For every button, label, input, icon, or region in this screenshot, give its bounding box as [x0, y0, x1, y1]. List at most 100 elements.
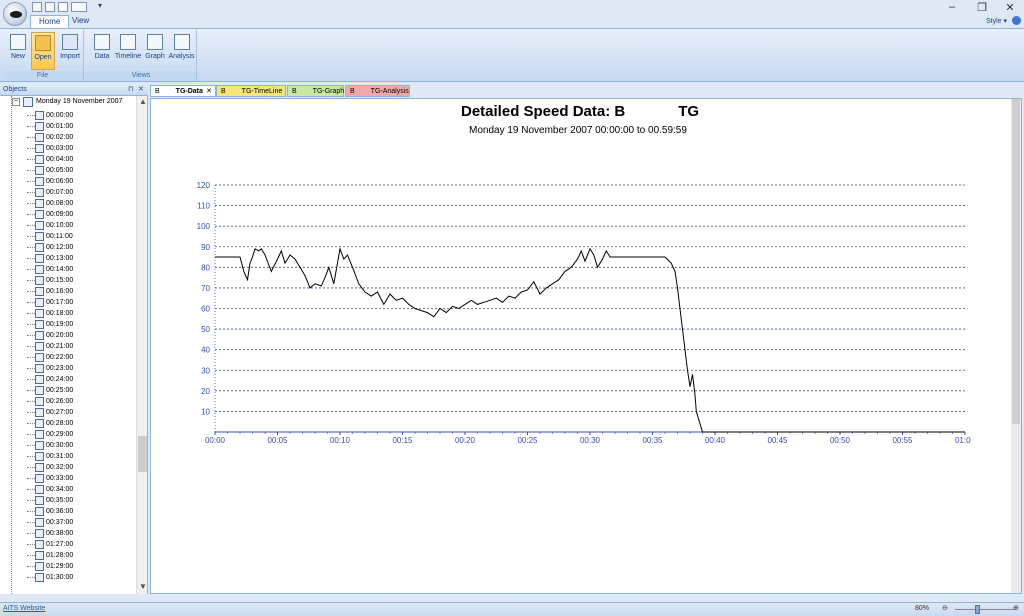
open-button[interactable]: Open: [31, 32, 55, 70]
time-node[interactable]: 00:36:00: [0, 506, 138, 517]
doc-tab-tg-data[interactable]: B TG-Data ✕: [150, 85, 216, 97]
data-view-button[interactable]: Data: [90, 32, 114, 70]
time-node[interactable]: 00:33:00: [0, 473, 138, 484]
style-label: Style: [986, 18, 1002, 25]
zoom-in-icon[interactable]: ⊕: [1013, 604, 1019, 612]
time-node[interactable]: 00:15:00: [0, 275, 138, 286]
close-window-icon[interactable]: ✕: [1002, 1, 1018, 14]
chart-scroll-thumb[interactable]: [1012, 99, 1020, 424]
time-node-label: 01:28:00: [46, 552, 74, 559]
pin-icon[interactable]: ⊓: [128, 85, 133, 93]
tree-connector: [27, 445, 35, 446]
zoom-level: 80%: [915, 605, 930, 612]
time-node[interactable]: 00:00:00: [0, 110, 138, 121]
time-node[interactable]: 00:24:00: [0, 374, 138, 385]
open-folder-icon[interactable]: [45, 2, 55, 12]
time-node[interactable]: 00:27:00: [0, 407, 138, 418]
time-node[interactable]: 01:30:00: [0, 572, 138, 583]
time-node-label: 00:35:00: [46, 497, 74, 504]
time-node[interactable]: 00:02:00: [0, 132, 138, 143]
time-node-list: 00:00:00 00:01:00 00:02:00 00:03:00 00:04:00…: [0, 110, 138, 583]
import-button[interactable]: Import: [57, 32, 83, 70]
close-panel-icon[interactable]: ✕: [138, 85, 144, 93]
time-node[interactable]: 00:19:00: [0, 319, 138, 330]
new-button[interactable]: New: [6, 32, 30, 70]
time-node[interactable]: 00:17:00: [0, 297, 138, 308]
time-node[interactable]: 00:04:00: [0, 154, 138, 165]
time-node[interactable]: 00:01:00: [0, 121, 138, 132]
doc-tab-tg-analysis[interactable]: B TG-Analysis: [345, 85, 410, 97]
tree-connector: [27, 577, 35, 578]
time-node[interactable]: 00:09:00: [0, 209, 138, 220]
time-node[interactable]: 00:37:00: [0, 517, 138, 528]
time-node[interactable]: 00:31:00: [0, 451, 138, 462]
collapse-icon[interactable]: −: [12, 98, 20, 106]
time-node[interactable]: 00:08:00: [0, 198, 138, 209]
restore-icon[interactable]: ❐: [974, 1, 990, 14]
save-icon[interactable]: [58, 2, 68, 12]
time-node[interactable]: 00:30:00: [0, 440, 138, 451]
application-menu-button[interactable]: [3, 2, 27, 26]
time-node[interactable]: 00:05:00: [0, 165, 138, 176]
zoom-slider[interactable]: [955, 609, 1015, 610]
time-node[interactable]: 00:20:00: [0, 330, 138, 341]
time-node[interactable]: 00:13:00: [0, 253, 138, 264]
time-block-icon: [35, 111, 44, 120]
time-block-icon: [35, 397, 44, 406]
chart-title: Detailed Speed Data: B TG: [461, 103, 699, 120]
tree-connector: [27, 258, 35, 259]
quick-access-dropdown-icon[interactable]: ▾: [98, 1, 102, 10]
chart-scrollbar[interactable]: [1011, 99, 1021, 593]
time-node[interactable]: 00:16:00: [0, 286, 138, 297]
graph-view-button[interactable]: Graph: [143, 32, 167, 70]
help-icon[interactable]: [1012, 16, 1021, 25]
print-icon[interactable]: [71, 2, 87, 12]
tree-connector: [27, 368, 35, 369]
y-tick-label: 50: [201, 325, 210, 334]
time-node[interactable]: 00:11:00: [0, 231, 138, 242]
time-node[interactable]: 00:38:00: [0, 528, 138, 539]
website-link[interactable]: AiTS Website: [3, 605, 45, 612]
time-node[interactable]: 00:18:00: [0, 308, 138, 319]
time-node[interactable]: 01:28:00: [0, 550, 138, 561]
zoom-slider-thumb[interactable]: [975, 605, 980, 614]
time-node[interactable]: 00:07:00: [0, 187, 138, 198]
zoom-out-icon[interactable]: ⊖: [942, 604, 948, 612]
time-node[interactable]: 00:28:00: [0, 418, 138, 429]
time-node-label: 00:14:00: [46, 266, 74, 273]
time-node[interactable]: 00:25:00: [0, 385, 138, 396]
new-doc-icon[interactable]: [32, 2, 42, 12]
x-tick-label: 00:35: [642, 436, 663, 445]
time-node-label: 00:32:00: [46, 464, 74, 471]
time-node[interactable]: 00:32:00: [0, 462, 138, 473]
doc-tab-tg-graph[interactable]: B TG-Graph: [287, 85, 344, 97]
minimize-icon[interactable]: –: [944, 1, 960, 13]
time-node[interactable]: 00:26:00: [0, 396, 138, 407]
analysis-view-button[interactable]: Analysis: [168, 32, 195, 70]
timeline-view-button[interactable]: Timeline: [114, 32, 142, 70]
time-node[interactable]: 00:23:00: [0, 363, 138, 374]
time-node[interactable]: 01:27:00: [0, 539, 138, 550]
time-node[interactable]: 00:29:00: [0, 429, 138, 440]
time-node[interactable]: 00:12:00: [0, 242, 138, 253]
time-node[interactable]: 00:21:00: [0, 341, 138, 352]
scroll-down-icon[interactable]: ▼: [137, 582, 147, 591]
scroll-thumb[interactable]: [138, 436, 147, 472]
style-menu[interactable]: Style ▾: [986, 17, 1007, 25]
close-tab-icon[interactable]: ✕: [206, 86, 212, 98]
doc-tab-tg-timeline[interactable]: B TG-TimeLine: [216, 85, 286, 97]
time-node[interactable]: 00:35:00: [0, 495, 138, 506]
scroll-up-icon[interactable]: ▲: [137, 97, 147, 106]
new-label: New: [10, 53, 25, 60]
objects-scrollbar[interactable]: ▲ ▼: [136, 96, 147, 594]
time-node[interactable]: 00:14:00: [0, 264, 138, 275]
time-node[interactable]: 00:10:00: [0, 220, 138, 231]
time-node[interactable]: 00:34:00: [0, 484, 138, 495]
tab-view[interactable]: View: [64, 15, 97, 28]
analysis-label: Analysis: [168, 53, 195, 60]
time-node[interactable]: 00:06:00: [0, 176, 138, 187]
time-node[interactable]: 01:29:00: [0, 561, 138, 572]
time-node[interactable]: 00:03:00: [0, 143, 138, 154]
time-node[interactable]: 00:22:00: [0, 352, 138, 363]
time-block-icon: [35, 188, 44, 197]
